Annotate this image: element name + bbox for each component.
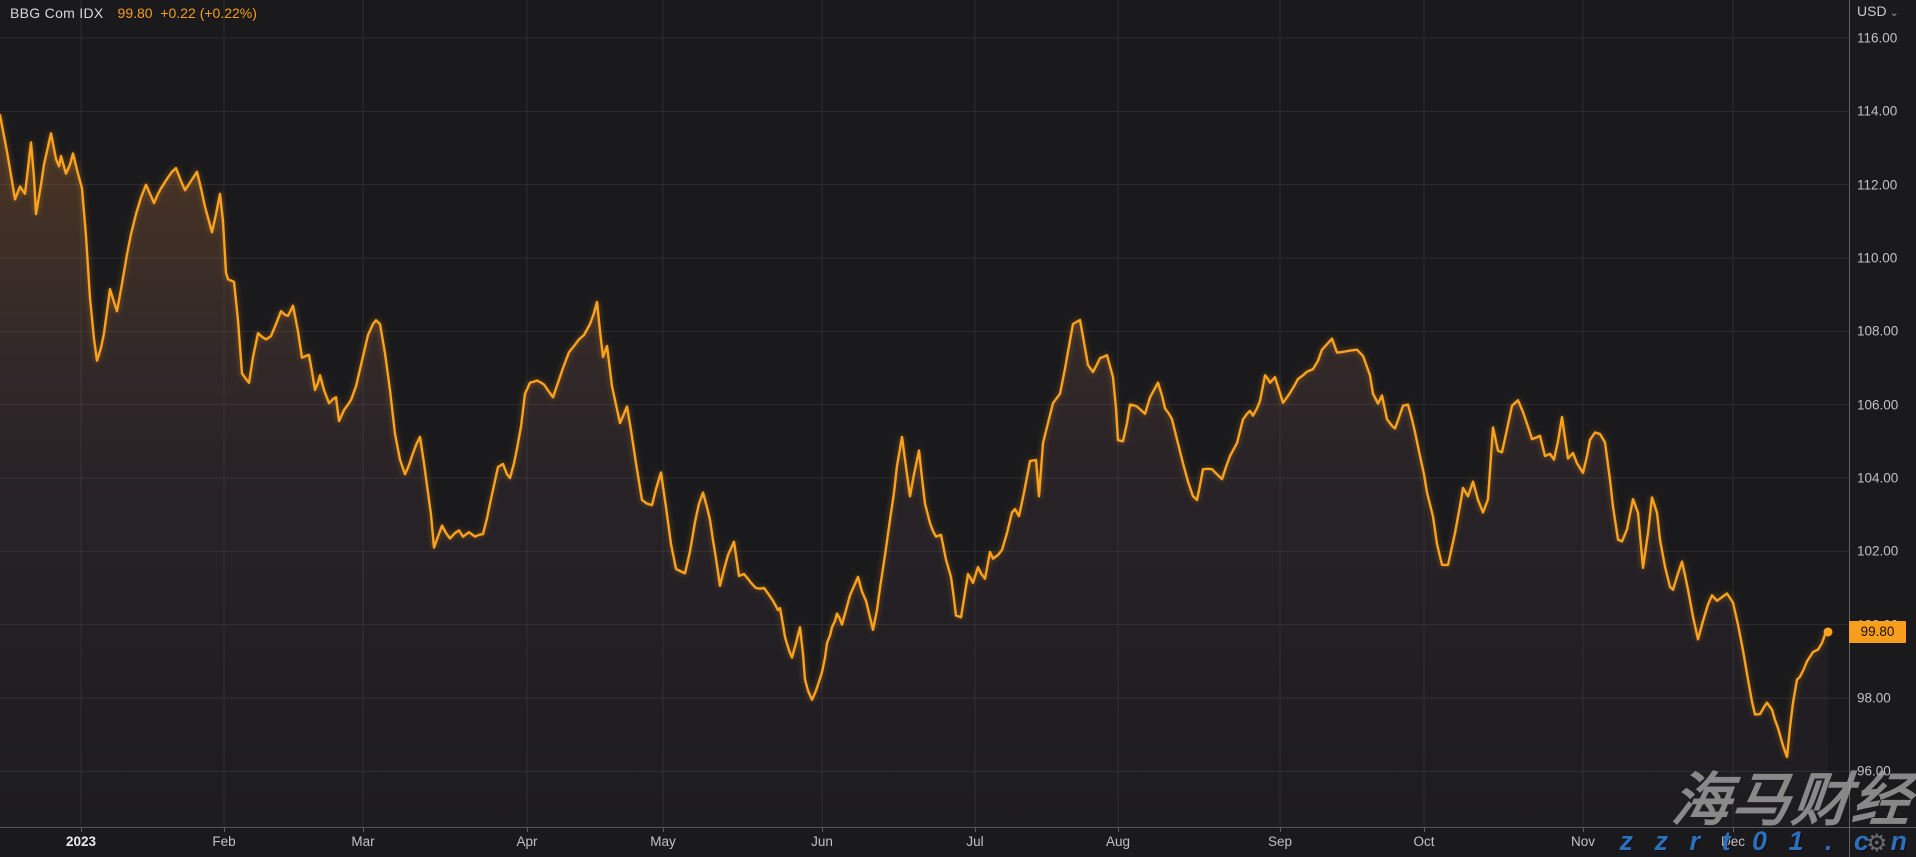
last-price-tag: 99.80 [1849, 621, 1906, 643]
x-tick-label: Sep [1268, 834, 1292, 849]
x-tick-label: Nov [1571, 834, 1595, 849]
y-tick-label: 112.00 [1857, 177, 1913, 192]
last-price-dot [1824, 627, 1833, 636]
x-tick [1280, 828, 1281, 832]
chevron-down-icon: ⌄ [1890, 7, 1899, 19]
x-tick-label: 2023 [66, 834, 96, 849]
x-tick [663, 828, 664, 832]
watermark-cjk: 海马财经 [1669, 753, 1916, 837]
y-tick-label: 104.00 [1857, 470, 1913, 485]
x-tick [1118, 828, 1119, 832]
x-tick-label: Mar [351, 834, 374, 849]
x-tick-label: Apr [516, 834, 537, 849]
chart-header: BBG Com IDX 99.80 +0.22 (+0.22%) [10, 5, 257, 21]
chart-window: BBG Com IDX 99.80 +0.22 (+0.22%) USD⌄ 11… [0, 0, 1916, 857]
x-tick [527, 828, 528, 832]
x-tick [1424, 828, 1425, 832]
y-tick-label: 98.00 [1857, 690, 1913, 705]
x-tick [224, 828, 225, 832]
x-tick [1583, 828, 1584, 832]
price-chart-canvas[interactable] [0, 0, 1916, 857]
currency-dropdown[interactable]: USD⌄ [1857, 3, 1899, 19]
currency-label: USD [1857, 3, 1887, 19]
y-axis-border [1849, 0, 1850, 857]
y-tick-label: 102.00 [1857, 544, 1913, 559]
y-tick-label: 110.00 [1857, 250, 1913, 265]
x-tick-label: Jun [811, 834, 833, 849]
last-price: 99.80 [118, 5, 153, 21]
x-tick-label: Aug [1106, 834, 1130, 849]
price-change: +0.22 (+0.22%) [160, 5, 257, 21]
y-tick-label: 114.00 [1857, 104, 1913, 119]
gear-watermark-icon: ⚙ [1866, 829, 1888, 857]
x-tick [975, 828, 976, 832]
x-tick-label: May [650, 834, 676, 849]
y-tick-label: 108.00 [1857, 324, 1913, 339]
x-tick [363, 828, 364, 832]
security-title: BBG Com IDX [10, 5, 104, 21]
last-price-tag-value: 99.80 [1861, 624, 1895, 639]
x-tick-label: Oct [1413, 834, 1434, 849]
x-tick-label: Feb [212, 834, 235, 849]
y-tick-label: 116.00 [1857, 31, 1913, 46]
x-tick [81, 828, 82, 832]
last-price-quote: 99.80 +0.22 (+0.22%) [118, 5, 257, 21]
x-tick [822, 828, 823, 832]
x-tick-label: Jul [966, 834, 983, 849]
y-tick-label: 106.00 [1857, 397, 1913, 412]
